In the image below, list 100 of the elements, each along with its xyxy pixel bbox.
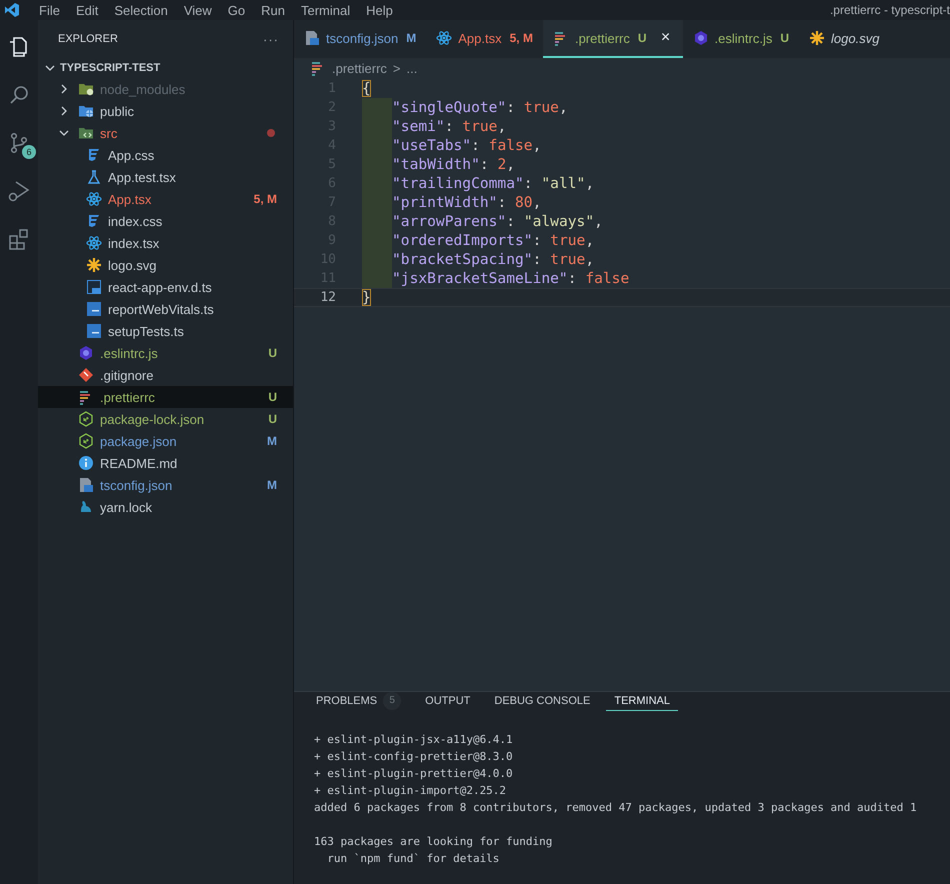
breadcrumb-item[interactable]: ... bbox=[406, 60, 418, 76]
terminal-line: + eslint-plugin-jsx-a11y@6.4.1 bbox=[314, 732, 514, 748]
terminal-line: 163 packages are looking for funding bbox=[314, 834, 554, 850]
file-name: index.css bbox=[108, 214, 164, 228]
code-line: "singleQuote": true, bbox=[392, 99, 568, 116]
file-icon bbox=[809, 30, 826, 46]
file-name: src bbox=[100, 126, 118, 140]
tree-row[interactable]: logo.svg bbox=[38, 254, 293, 276]
menu-item[interactable]: Run bbox=[253, 2, 293, 18]
tree-row[interactable]: src bbox=[38, 122, 293, 144]
menu-item[interactable]: View bbox=[176, 2, 220, 18]
panel-tab[interactable]: PROBLEMS 5 bbox=[308, 692, 410, 711]
breadcrumb-separator: > bbox=[392, 60, 400, 76]
run-debug-icon[interactable] bbox=[7, 179, 31, 203]
menu-item[interactable]: Help bbox=[358, 2, 401, 18]
file-name: .gitignore bbox=[100, 368, 154, 382]
code-line: "orderedImports": true, bbox=[392, 232, 594, 249]
menu-item[interactable]: Selection bbox=[106, 2, 176, 18]
tree-row[interactable]: index.css bbox=[38, 210, 293, 232]
file-name: yarn.lock bbox=[100, 500, 154, 514]
code-line: "printWidth": 80, bbox=[392, 194, 542, 211]
workspace-folder[interactable]: TYPESCRIPT-TEST bbox=[38, 58, 293, 78]
terminal-line: + eslint-plugin-import@2.25.2 bbox=[314, 783, 508, 799]
git-status: U bbox=[268, 412, 277, 426]
file-name: package.json bbox=[100, 434, 178, 448]
code-line: "semi": true, bbox=[392, 118, 506, 135]
code-line: "trailingComma": "all", bbox=[392, 175, 594, 192]
code-line: "arrowParens": "always", bbox=[392, 213, 603, 230]
file-icon bbox=[436, 30, 452, 46]
tree-row[interactable]: .prettierrc U bbox=[38, 386, 293, 408]
menu-item[interactable]: File bbox=[31, 2, 68, 18]
editor-tab[interactable]: .eslintrc.js U bbox=[682, 20, 800, 58]
file-icon bbox=[86, 191, 102, 207]
editor-tab[interactable]: App.tsx 5, M bbox=[426, 20, 543, 58]
git-status: M bbox=[267, 434, 277, 448]
folder-name: TYPESCRIPT-TEST bbox=[60, 62, 160, 74]
tree-row[interactable]: tsconfig.json M bbox=[38, 474, 293, 496]
file-name: reportWebVitals.ts bbox=[108, 302, 215, 316]
menu-item[interactable]: Edit bbox=[68, 2, 106, 18]
file-icon bbox=[78, 367, 94, 383]
tree-row[interactable]: App.css bbox=[38, 144, 293, 166]
folder-icon bbox=[78, 81, 94, 97]
file-name: setupTests.ts bbox=[108, 324, 185, 338]
terminal-line: run `npm fund` for details bbox=[326, 851, 500, 867]
tree-row[interactable]: .eslintrc.js U bbox=[38, 342, 293, 364]
file-icon bbox=[78, 499, 94, 515]
tree-row[interactable]: package-lock.json U bbox=[38, 408, 293, 430]
file-name: index.tsx bbox=[108, 236, 160, 250]
count-badge: 6 bbox=[22, 145, 36, 159]
file-icon bbox=[86, 323, 102, 339]
panel-tab[interactable]: OUTPUT bbox=[417, 692, 478, 711]
terminal-line: added 6 packages from 8 contributors, removed 47 packages, updated 3 packages and audited 1 bbox=[314, 800, 918, 816]
line-number: 12 bbox=[319, 290, 337, 305]
tree-row[interactable]: reportWebVitals.ts bbox=[38, 298, 293, 320]
breadcrumb-file[interactable]: .prettierrc bbox=[332, 60, 387, 76]
file-icon bbox=[86, 147, 102, 163]
tree-row[interactable]: App.tsx 5, M bbox=[38, 188, 293, 210]
file-name: App.test.tsx bbox=[108, 170, 177, 184]
code-line: "useTabs": false, bbox=[392, 137, 542, 154]
file-icon bbox=[86, 169, 102, 185]
menu-item[interactable]: Terminal bbox=[293, 2, 358, 18]
tree-row[interactable]: public bbox=[38, 100, 293, 122]
file-icon bbox=[78, 411, 94, 427]
file-name: package-lock.json bbox=[100, 412, 206, 426]
file-icon bbox=[86, 257, 102, 273]
app-logo-icon bbox=[4, 2, 20, 18]
file-icon bbox=[78, 455, 94, 471]
file-icon bbox=[86, 301, 102, 317]
file-icon bbox=[86, 235, 102, 251]
code-line: "jsxBracketSameLine": false bbox=[392, 270, 630, 287]
editor-tab[interactable]: logo.svg bbox=[799, 20, 910, 58]
menu-item[interactable]: Go bbox=[220, 2, 254, 18]
file-name: .prettierrc bbox=[100, 390, 156, 404]
git-status: M bbox=[267, 478, 277, 492]
folder-icon bbox=[78, 103, 94, 119]
more-actions[interactable]: ··· bbox=[263, 32, 279, 46]
tree-row[interactable]: index.tsx bbox=[38, 232, 293, 254]
file-name: .eslintrc.js bbox=[100, 346, 159, 360]
tree-row[interactable]: setupTests.ts bbox=[38, 320, 293, 342]
tree-row[interactable]: .gitignore bbox=[38, 364, 293, 386]
code-line: "bracketSpacing": true, bbox=[392, 251, 594, 268]
extensions-icon[interactable] bbox=[7, 227, 31, 251]
editor-tab[interactable]: tsconfig.json M bbox=[294, 20, 426, 58]
file-icon bbox=[78, 477, 94, 493]
editor-tab[interactable]: .prettierrc U × bbox=[542, 20, 683, 58]
tree-row[interactable]: package.json M bbox=[38, 430, 293, 452]
tree-row[interactable]: yarn.lock bbox=[38, 496, 293, 518]
panel-tab[interactable]: DEBUG CONSOLE bbox=[486, 692, 598, 711]
git-status: 5, M bbox=[254, 192, 277, 206]
close-icon[interactable]: × bbox=[658, 31, 673, 45]
git-status: U bbox=[268, 390, 277, 404]
file-icon bbox=[692, 30, 709, 46]
tree-row[interactable]: README.md bbox=[38, 452, 293, 474]
file-icon bbox=[304, 30, 320, 46]
tree-row[interactable]: App.test.tsx bbox=[38, 166, 293, 188]
tree-row[interactable]: react-app-env.d.ts bbox=[38, 276, 293, 298]
file-icon bbox=[86, 213, 102, 229]
count-badge: 5 bbox=[383, 692, 402, 710]
file-name: node_modules bbox=[100, 82, 186, 96]
panel-tab[interactable]: TERMINAL bbox=[606, 692, 678, 711]
